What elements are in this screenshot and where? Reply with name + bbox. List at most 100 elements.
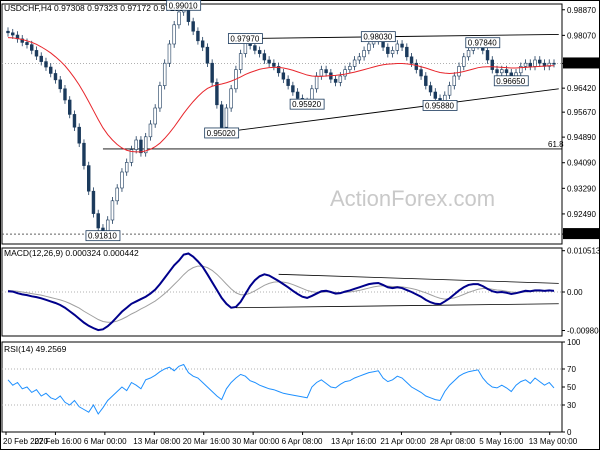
candle-body xyxy=(158,85,162,109)
price-point-label: 0.97970 xyxy=(230,35,259,44)
candle-body xyxy=(229,88,233,109)
candle-body xyxy=(238,53,243,70)
candle-body xyxy=(414,62,419,70)
candle-body xyxy=(428,85,433,93)
candle-body xyxy=(72,114,77,128)
candle-body xyxy=(53,73,58,81)
x-axis-label: 28 Apr 08:00 xyxy=(430,437,476,446)
candle-body xyxy=(49,66,53,74)
price-point-label: 0.95880 xyxy=(425,101,454,110)
candle-body xyxy=(134,139,138,150)
macd-y-tick-label: -0.009804 xyxy=(567,327,600,336)
x-axis-label: 13 Mar 08:00 xyxy=(133,437,181,446)
candle-body xyxy=(77,126,81,144)
candle-body xyxy=(120,171,124,189)
candle-body xyxy=(200,40,205,48)
candle-body xyxy=(433,91,438,99)
candle-body xyxy=(162,62,167,86)
candle-body xyxy=(253,45,257,51)
candle-body xyxy=(272,62,276,67)
x-axis-label: 30 Mar 00:00 xyxy=(232,437,280,446)
price-point-label: 0.97840 xyxy=(468,39,497,48)
candle-body xyxy=(25,42,29,45)
candle-body xyxy=(34,50,39,57)
rsi-y-tick-label: 70 xyxy=(567,365,576,374)
candle-body xyxy=(362,50,366,58)
x-axis-label: 20 Mar 16:00 xyxy=(183,437,231,446)
candle-body xyxy=(419,69,423,77)
watermark: ActionForex.com xyxy=(330,186,495,211)
candle-body xyxy=(39,55,43,62)
candle-body xyxy=(447,85,452,96)
candle-body xyxy=(205,46,210,64)
macd-title: MACD(12,26,9) 0.000324 0.000442 xyxy=(4,248,139,258)
candle-body xyxy=(6,30,10,34)
candle-body xyxy=(224,107,229,128)
macd-y-tick-label: 0.00 xyxy=(567,288,583,297)
candle-body xyxy=(314,75,319,90)
x-axis-label: 21 Apr 00:00 xyxy=(380,437,426,446)
candle-body xyxy=(172,24,176,45)
candle-body xyxy=(167,43,172,64)
candle-body xyxy=(390,50,395,54)
candle-body xyxy=(281,72,286,80)
forex-chart-canvas: USDCHF,H4 0.97308 0.97323 0.97172 0.9719… xyxy=(0,0,600,450)
candle-body xyxy=(30,44,34,51)
candle-body xyxy=(219,104,224,128)
candle-body xyxy=(286,78,290,86)
candle-body xyxy=(367,43,371,51)
candle-body xyxy=(124,162,129,173)
candle-body xyxy=(333,78,338,83)
candle-body xyxy=(424,75,428,86)
candle-body xyxy=(196,30,200,42)
candle-body xyxy=(504,69,509,74)
candle-body xyxy=(11,32,15,36)
candle-body xyxy=(452,75,457,86)
candle-body xyxy=(153,107,157,125)
candle-body xyxy=(343,69,347,77)
price-y-tick-label: 0.94090 xyxy=(567,159,596,168)
rsi-y-tick-label: 50 xyxy=(567,383,576,392)
candle-body xyxy=(352,59,357,67)
candle-body xyxy=(466,50,471,58)
price-point-label: 0.91810 xyxy=(88,232,117,241)
candle-body xyxy=(68,99,72,115)
rsi-y-tick-label: 0 xyxy=(567,428,572,437)
fib-618-label: 61.8 xyxy=(548,140,564,149)
candle-body xyxy=(523,62,528,67)
candle-body xyxy=(87,165,91,192)
price-y-tick-label: 0.93290 xyxy=(567,184,596,193)
candle-body xyxy=(295,91,300,99)
candle-body xyxy=(462,56,466,67)
price-point-label: 0.99010 xyxy=(169,1,198,10)
candle-body xyxy=(291,85,295,93)
candle-body xyxy=(319,69,324,77)
x-axis-label: 6 Mar 00:00 xyxy=(84,437,127,446)
candle-body xyxy=(538,59,542,64)
candle-body xyxy=(338,75,343,83)
candle-body xyxy=(490,59,494,70)
candle-body xyxy=(357,56,362,61)
candle-body xyxy=(177,11,181,26)
candle-body xyxy=(44,61,48,68)
candle-body xyxy=(495,69,499,74)
candle-body xyxy=(348,66,352,70)
candle-body xyxy=(191,21,195,32)
candle-body xyxy=(58,79,62,90)
price-point-label: 0.95920 xyxy=(292,100,321,109)
candle-body xyxy=(110,200,115,221)
candle-body xyxy=(115,187,119,202)
candle-body xyxy=(409,56,414,64)
rsi-y-tick-label: 30 xyxy=(567,401,576,410)
x-axis-label: 5 May 16:00 xyxy=(479,437,524,446)
price-y-tick-label: 0.92490 xyxy=(567,210,596,219)
price-y-tick-label: 0.95670 xyxy=(567,108,596,117)
candle-body xyxy=(528,62,532,67)
rsi-title: RSI(14) 49.2569 xyxy=(4,344,67,354)
x-axis-label: 13 May 00:00 xyxy=(529,437,578,446)
candle-body xyxy=(148,123,153,138)
macd-y-tick-label: 0.010513 xyxy=(567,247,600,256)
candle-body xyxy=(457,66,461,77)
candle-body xyxy=(215,82,219,106)
price-point-label: 0.98030 xyxy=(363,33,392,42)
